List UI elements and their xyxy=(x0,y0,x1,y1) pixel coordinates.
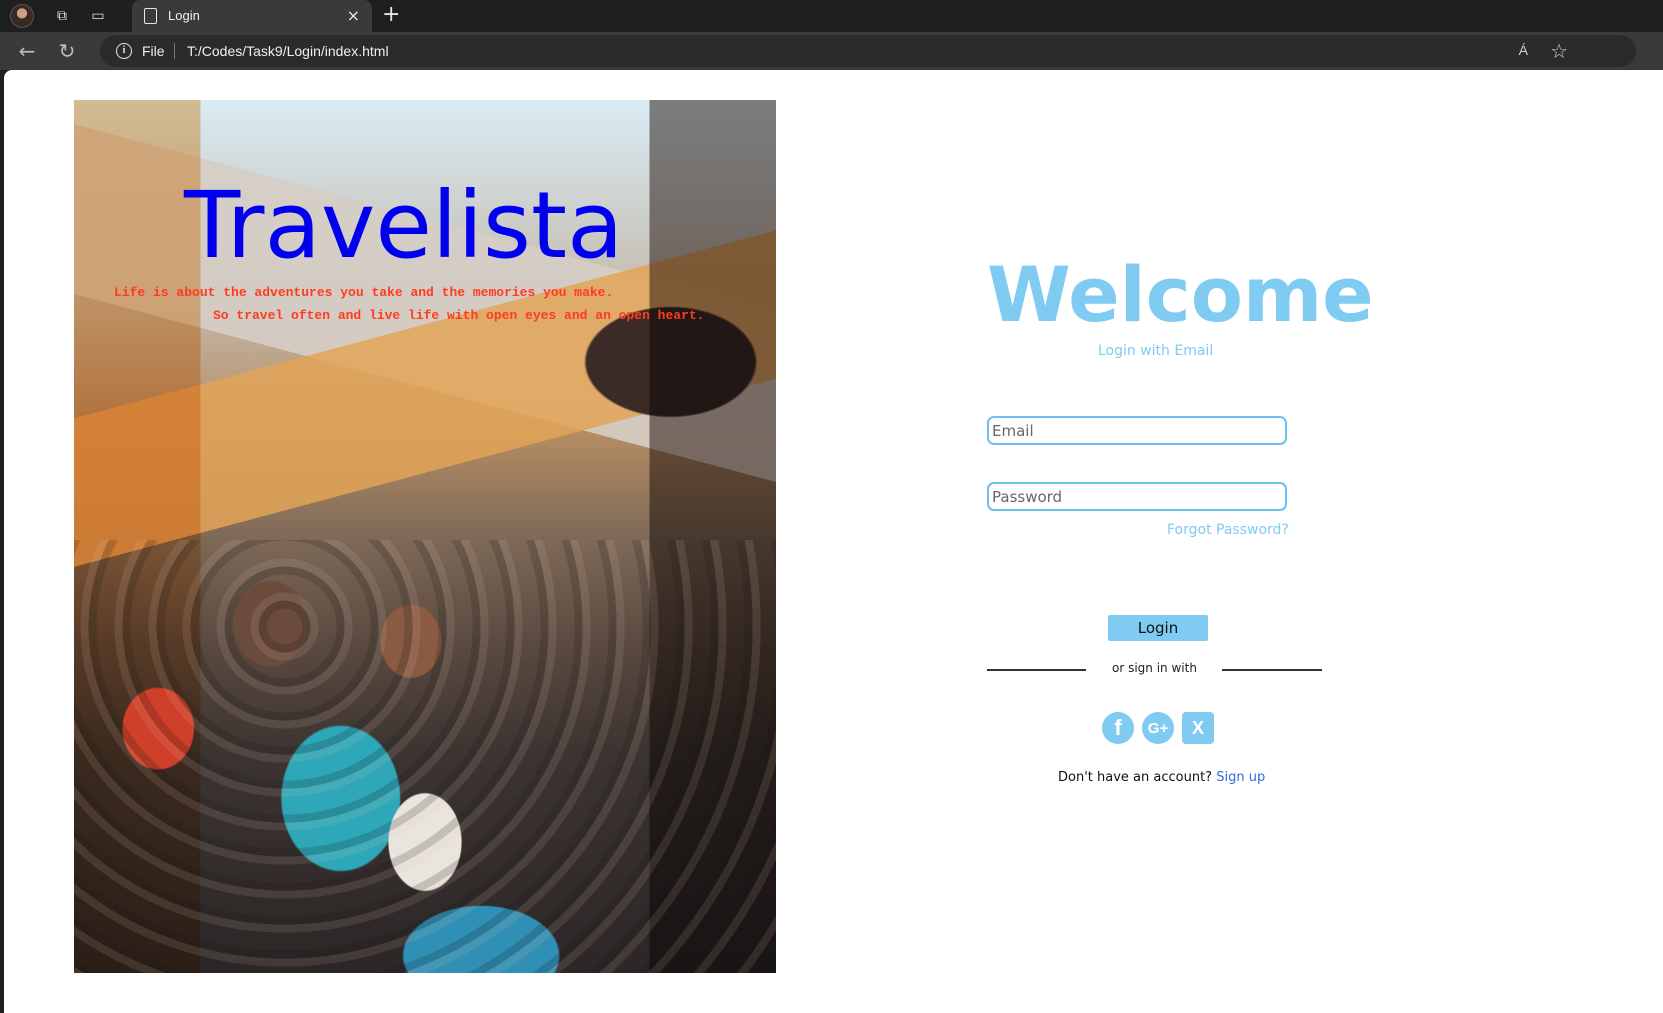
signup-prompt: Don't have an account? Sign up xyxy=(1058,770,1265,785)
x-icon[interactable]: X xyxy=(1182,712,1214,744)
refresh-icon[interactable]: ↻ xyxy=(54,38,80,64)
tab-actions-icon[interactable]: ▭ xyxy=(86,4,110,28)
divider xyxy=(174,43,175,59)
tab-bar: ⧉ ▭ Login × + xyxy=(0,0,1663,32)
address-bar: ← ↻ i File T:/Codes/Task9/Login/index.ht… xyxy=(0,32,1663,70)
brand-title: Travelista xyxy=(184,172,624,279)
tagline: Life is about the adventures you take an… xyxy=(114,281,754,327)
tab-title: Login xyxy=(168,8,200,23)
login-subtitle: Login with Email xyxy=(1098,343,1214,359)
url-text[interactable]: T:/Codes/Task9/Login/index.html xyxy=(187,43,389,59)
read-aloud-icon[interactable]: Á xyxy=(1519,42,1528,58)
file-label: File xyxy=(142,43,165,59)
new-tab-button[interactable]: + xyxy=(382,2,400,27)
divider-left xyxy=(987,669,1086,671)
welcome-heading: Welcome xyxy=(987,250,1374,339)
favorite-star-icon[interactable]: ☆ xyxy=(1550,39,1568,63)
info-icon[interactable]: i xyxy=(116,43,132,59)
facebook-icon[interactable]: f xyxy=(1102,712,1134,744)
tab-login[interactable]: Login × xyxy=(132,0,372,32)
page-icon xyxy=(144,8,157,24)
page-viewport: Travelista Life is about the adventures … xyxy=(4,70,1663,1013)
tagline-line-1: Life is about the adventures you take an… xyxy=(114,285,614,300)
login-button[interactable]: Login xyxy=(1108,615,1208,641)
email-field[interactable] xyxy=(987,416,1287,445)
divider-right xyxy=(1222,669,1322,671)
back-icon[interactable]: ← xyxy=(14,38,40,64)
hero-image: Travelista Life is about the adventures … xyxy=(74,100,776,973)
forgot-password-link[interactable]: Forgot Password? xyxy=(1167,522,1289,538)
or-sign-in-text: or sign in with xyxy=(1112,661,1197,675)
google-plus-icon[interactable]: G+ xyxy=(1142,712,1174,744)
close-icon[interactable]: × xyxy=(347,6,360,25)
url-field[interactable]: i File T:/Codes/Task9/Login/index.html A… xyxy=(100,35,1636,67)
workspaces-icon[interactable]: ⧉ xyxy=(50,4,74,28)
signup-link[interactable]: Sign up xyxy=(1216,770,1265,785)
tagline-line-2: So travel often and live life with open … xyxy=(213,308,705,323)
no-account-text: Don't have an account? xyxy=(1058,770,1213,785)
profile-avatar[interactable] xyxy=(10,4,34,28)
password-field[interactable] xyxy=(987,482,1287,511)
